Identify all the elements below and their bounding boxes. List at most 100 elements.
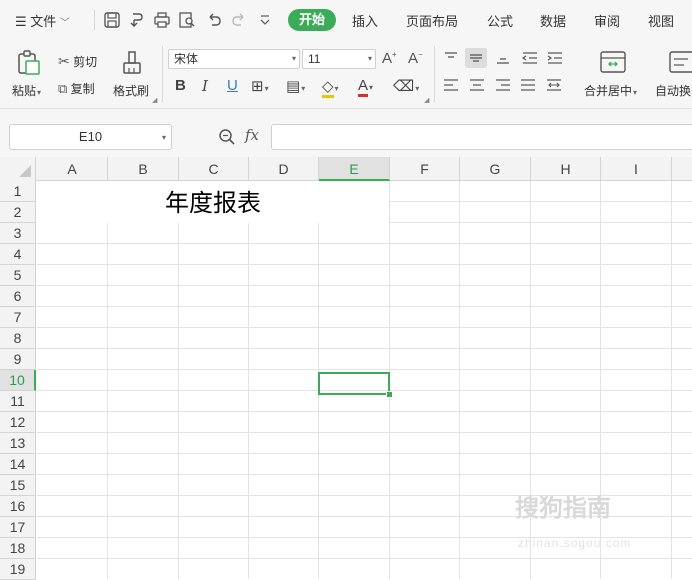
italic-icon[interactable]: I: [202, 77, 208, 95]
ribbon: 粘贴▾ ✂ 剪切 ⧉ 复制 格式刷 ◢ 宋体 ▾ 11 ▾ A+ A− B I …: [0, 40, 692, 109]
gridline: [248, 181, 249, 579]
distributed-align-icon[interactable]: [545, 77, 563, 93]
wrap-text-button[interactable]: 自动换: [655, 82, 691, 99]
clear-format-icon[interactable]: ⌫▾: [393, 77, 419, 95]
gridline: [107, 181, 108, 579]
tab-view[interactable]: 视图: [648, 11, 674, 30]
watermark-url: zhinan.sogou.com: [518, 536, 632, 550]
row-header-16[interactable]: 16: [0, 496, 36, 517]
copy-icon: ⧉: [58, 81, 68, 96]
insert-function-icon[interactable]: fx: [245, 126, 259, 144]
row-header-17[interactable]: 17: [0, 517, 36, 538]
paste-button[interactable]: 粘贴▾: [12, 82, 41, 99]
zoom-icon[interactable]: [218, 128, 236, 149]
font-name-select[interactable]: 宋体 ▾: [168, 49, 300, 69]
bold-icon[interactable]: B: [175, 77, 186, 94]
fill-handle[interactable]: [386, 391, 393, 398]
clipboard-launcher-icon[interactable]: ◢: [152, 96, 157, 104]
tab-review[interactable]: 审阅: [594, 11, 620, 30]
column-header-j[interactable]: [672, 157, 692, 181]
ribbon-divider: [434, 46, 435, 102]
row-header-10[interactable]: 10: [0, 370, 36, 391]
row-header-3[interactable]: 3: [0, 223, 36, 244]
decrease-font-icon[interactable]: A−: [408, 50, 423, 67]
column-header-i[interactable]: I: [601, 157, 672, 181]
tab-home[interactable]: 开始: [288, 9, 336, 31]
merge-dropdown-icon: ▾: [633, 88, 638, 97]
column-header-f[interactable]: F: [390, 157, 460, 181]
wrap-text-icon[interactable]: [668, 50, 692, 74]
row-header-6[interactable]: 6: [0, 286, 36, 307]
font-color-icon[interactable]: A▾: [358, 77, 373, 97]
gridline: [37, 453, 692, 454]
row-header-7[interactable]: 7: [0, 307, 36, 328]
font-size-select[interactable]: 11 ▾: [302, 49, 376, 69]
row-header-18[interactable]: 18: [0, 538, 36, 559]
increase-indent-icon[interactable]: [546, 50, 564, 66]
column-header-e[interactable]: E: [319, 157, 390, 181]
cell-style-icon[interactable]: ▤▾: [286, 77, 305, 95]
font-launcher-icon[interactable]: ◢: [424, 96, 429, 104]
tab-formulas[interactable]: 公式: [487, 11, 513, 30]
row-header-9[interactable]: 9: [0, 349, 36, 370]
file-menu[interactable]: ☰ 文件 ﹀: [15, 11, 70, 30]
row-header-2[interactable]: 2: [0, 202, 36, 223]
quick-access-dropdown-icon[interactable]: [256, 11, 274, 29]
merge-center-button[interactable]: 合并居中▾: [584, 82, 637, 99]
row-header-19[interactable]: 19: [0, 559, 36, 580]
align-center-icon[interactable]: [468, 77, 486, 93]
column-header-d[interactable]: D: [249, 157, 319, 181]
tab-insert[interactable]: 插入: [352, 11, 378, 30]
file-menu-label: 文件: [30, 14, 57, 29]
gridline: [37, 327, 692, 328]
print-icon[interactable]: [153, 11, 171, 29]
column-header-h[interactable]: H: [531, 157, 601, 181]
justify-icon[interactable]: [519, 77, 537, 93]
row-header-11[interactable]: 11: [0, 391, 36, 412]
underline-icon[interactable]: U: [227, 77, 238, 94]
format-painter-icon[interactable]: [120, 49, 144, 75]
cut-button[interactable]: ✂ 剪切: [58, 53, 97, 70]
row-header-14[interactable]: 14: [0, 454, 36, 475]
borders-icon[interactable]: ⊞▾: [251, 77, 269, 95]
column-header-a[interactable]: A: [37, 157, 108, 181]
active-cell-e10[interactable]: [318, 372, 390, 395]
align-left-icon[interactable]: [442, 77, 460, 93]
tab-data[interactable]: 数据: [540, 11, 566, 30]
row-header-5[interactable]: 5: [0, 265, 36, 286]
format-painter-button[interactable]: 格式刷: [113, 82, 149, 99]
print-preview-icon[interactable]: [178, 11, 196, 29]
menu-bar: ☰ 文件 ﹀ 开始 插入 页面布局 公式 数据 审阅 视图: [0, 0, 692, 40]
fill-color-icon[interactable]: ◇▾: [322, 77, 339, 98]
undo-icon[interactable]: [205, 11, 223, 29]
align-top-icon[interactable]: [442, 50, 460, 66]
redo-icon[interactable]: [230, 11, 248, 29]
gridline: [37, 474, 692, 475]
align-right-icon[interactable]: [494, 77, 512, 93]
merge-center-icon[interactable]: [599, 50, 627, 74]
copy-label: 复制: [70, 82, 95, 96]
gridline: [37, 285, 692, 286]
increase-font-icon[interactable]: A+: [382, 50, 397, 67]
column-header-g[interactable]: G: [460, 157, 531, 181]
row-header-8[interactable]: 8: [0, 328, 36, 349]
formula-input[interactable]: [271, 124, 692, 150]
export-icon[interactable]: [128, 11, 146, 29]
align-middle-icon[interactable]: [465, 48, 487, 68]
gridline: [459, 181, 460, 579]
align-bottom-icon[interactable]: [494, 50, 512, 66]
row-header-4[interactable]: 4: [0, 244, 36, 265]
name-box[interactable]: E10 ▾: [9, 124, 172, 150]
paste-icon[interactable]: [15, 49, 43, 77]
decrease-indent-icon[interactable]: [521, 50, 539, 66]
tab-page-layout[interactable]: 页面布局: [406, 11, 458, 30]
column-header-c[interactable]: C: [179, 157, 249, 181]
row-header-12[interactable]: 12: [0, 412, 36, 433]
copy-button[interactable]: ⧉ 复制: [58, 80, 95, 97]
row-header-15[interactable]: 15: [0, 475, 36, 496]
formula-bar: E10 ▾ fx: [0, 109, 692, 158]
save-icon[interactable]: [103, 11, 121, 29]
column-header-b[interactable]: B: [108, 157, 179, 181]
row-header-1[interactable]: 1: [0, 181, 36, 202]
row-header-13[interactable]: 13: [0, 433, 36, 454]
